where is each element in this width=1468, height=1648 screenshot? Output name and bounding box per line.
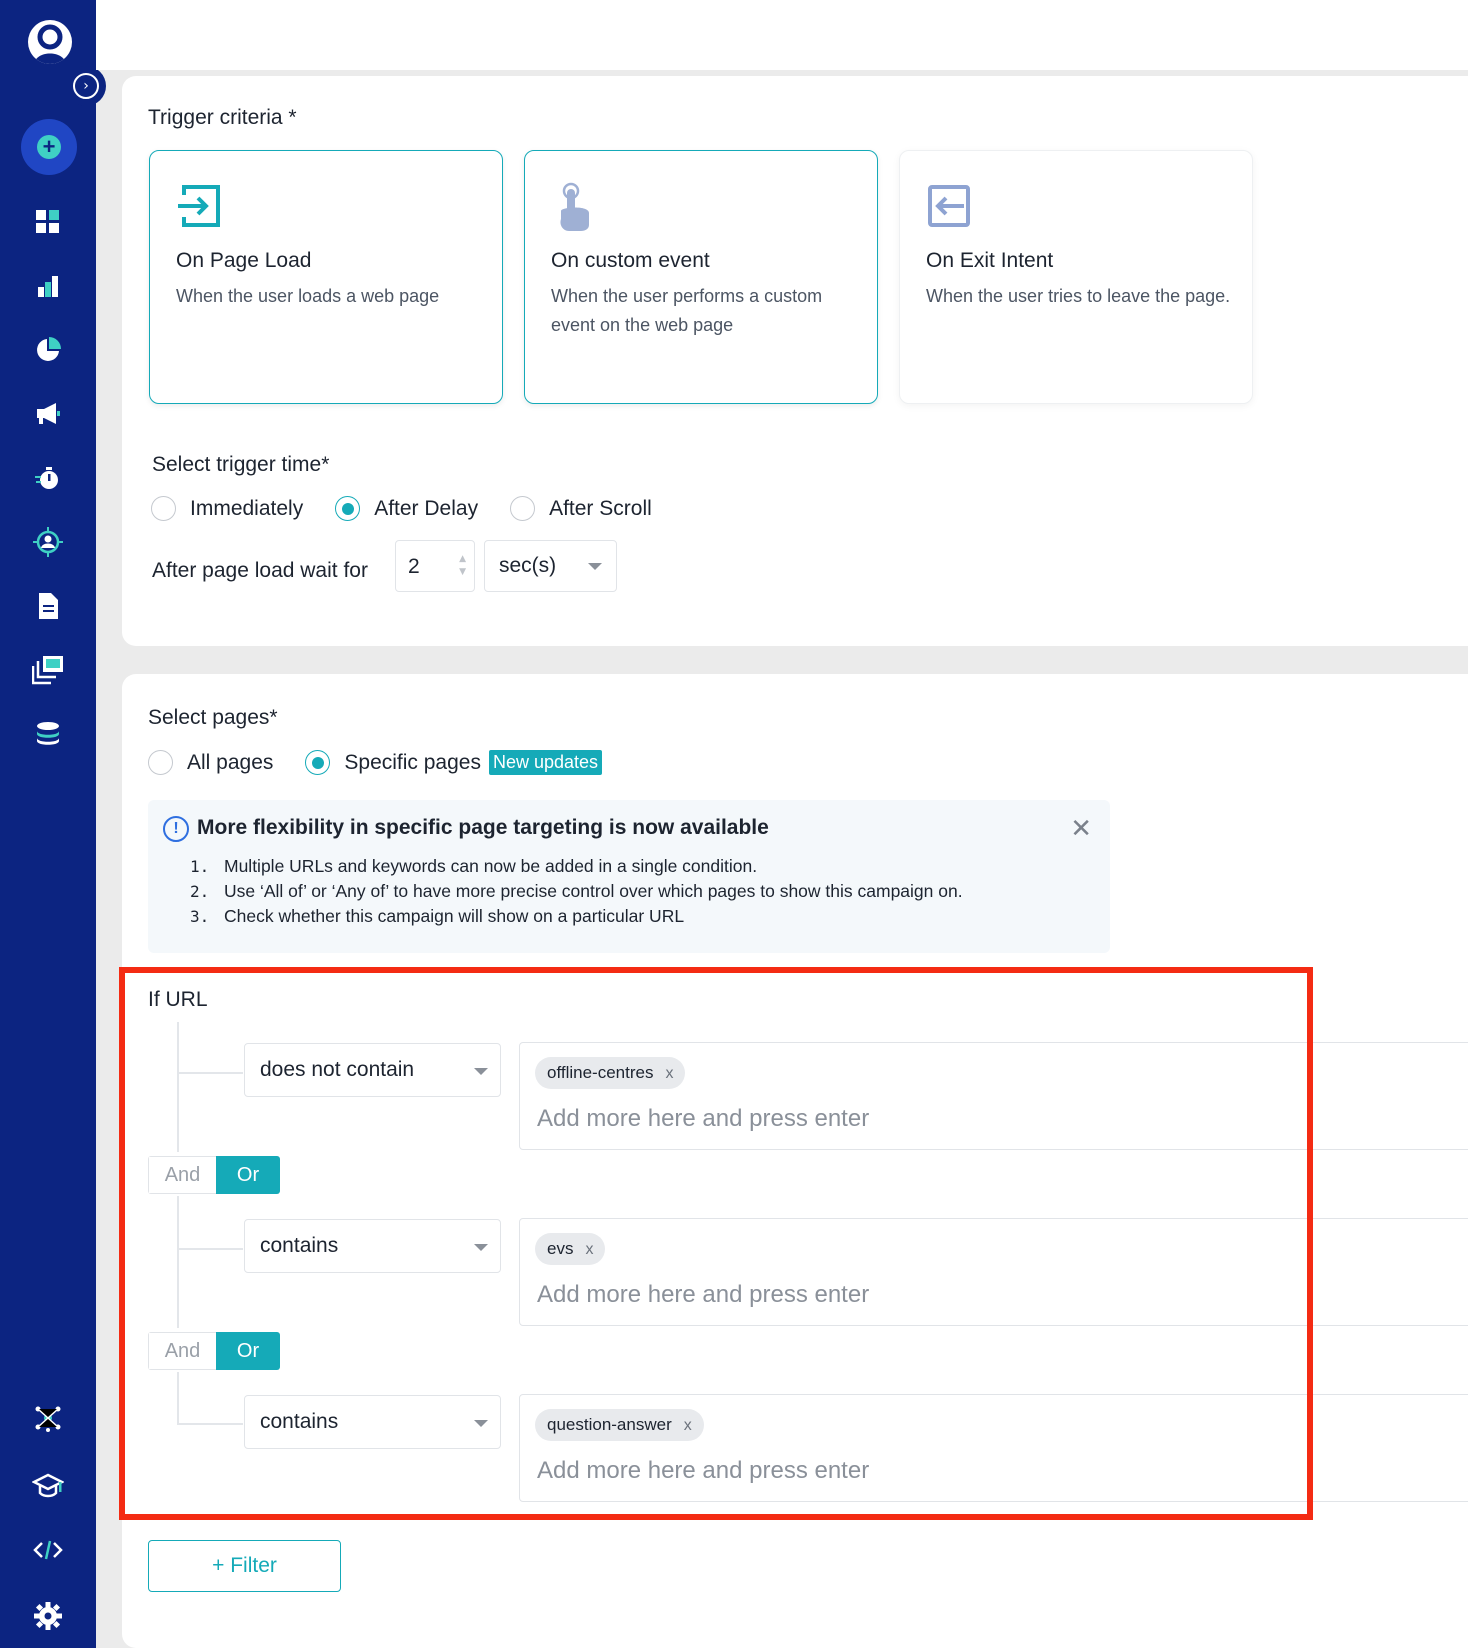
list-item: 1. Multiple URLs and keywords can now be … [190, 854, 963, 879]
user-avatar[interactable] [28, 20, 72, 64]
radio-button[interactable] [510, 496, 536, 521]
trigger-card-page-load[interactable]: On Page Load When the user loads a web p… [149, 150, 503, 404]
delay-input[interactable]: 2 ▲ ▼ [395, 540, 475, 592]
gear-icon[interactable] [28, 1596, 68, 1636]
radio-label: After Scroll [549, 496, 652, 520]
pie-chart-icon[interactable] [28, 330, 68, 370]
radio-label: Specific pages [344, 750, 481, 774]
target-user-icon[interactable] [28, 522, 68, 562]
radio-button[interactable] [335, 496, 361, 521]
list-item: 2. Use ‘All of’ or ‘Any of’ to have more … [190, 879, 963, 904]
document-icon[interactable] [28, 586, 68, 626]
radio-button[interactable] [151, 496, 176, 521]
new-updates-badge: New updates [488, 750, 603, 775]
radio-label: All pages [187, 750, 274, 774]
stepper-icon[interactable]: ▲ ▼ [459, 553, 466, 579]
trigger-card-desc: When the user performs a custom event on… [551, 286, 823, 335]
sidebar: › + [0, 0, 106, 1648]
add-filter-button[interactable]: + Filter [148, 1540, 341, 1592]
gallery-icon[interactable] [28, 650, 68, 690]
close-icon[interactable]: ✕ [1070, 814, 1092, 844]
pages-radio-group: All pages Specific pages New updates [148, 750, 603, 775]
code-icon[interactable] [28, 1530, 68, 1570]
bar-chart-icon[interactable] [28, 266, 68, 306]
list-item: 3. Check whether this campaign will show … [190, 904, 963, 929]
radio-specific-pages[interactable]: Specific pages New updates [305, 750, 603, 775]
graduation-cap-icon[interactable] [28, 1466, 68, 1506]
network-icon[interactable] [28, 1398, 68, 1438]
trigger-criteria-title: Trigger criteria * [148, 106, 297, 129]
plus-icon: + [37, 135, 61, 159]
info-banner: ! More flexibility in specific page targ… [148, 800, 1110, 953]
info-title: More flexibility in specific page target… [197, 816, 769, 839]
top-bar [96, 0, 1468, 70]
megaphone-icon[interactable] [28, 394, 68, 434]
radio-immediately[interactable]: Immediately [151, 496, 303, 521]
stopwatch-icon[interactable] [28, 458, 68, 498]
tap-icon [549, 181, 599, 231]
trigger-card-exit-intent[interactable]: On Exit Intent When the user tries to le… [899, 150, 1253, 404]
list-number: 1. [190, 857, 210, 876]
list-text: Multiple URLs and keywords can now be ad… [224, 856, 758, 876]
trigger-card-custom-event[interactable]: On custom event When the user performs a… [524, 150, 878, 404]
info-list: 1. Multiple URLs and keywords can now be … [190, 854, 963, 929]
radio-label: After Delay [374, 496, 479, 520]
trigger-card-desc: When the user tries to leave the page. [926, 286, 1231, 306]
radio-button[interactable] [148, 750, 173, 775]
expand-sidebar-button[interactable]: › [66, 66, 106, 106]
radio-all-pages[interactable]: All pages [148, 750, 273, 775]
radio-after-scroll[interactable]: After Scroll [510, 496, 652, 521]
chevron-right-icon: › [73, 73, 99, 99]
enter-icon [174, 181, 224, 231]
chevron-down-icon [588, 563, 602, 570]
trigger-time-title: Select trigger time* [152, 453, 330, 476]
radio-button[interactable] [305, 750, 331, 775]
exit-icon [924, 181, 974, 231]
create-button[interactable]: + [21, 119, 77, 175]
delay-unit-select[interactable]: sec(s) [484, 540, 617, 592]
trigger-card-title: On custom event [551, 249, 710, 272]
wait-label: After page load wait for [152, 559, 368, 582]
info-icon: ! [163, 816, 189, 842]
dashboard-icon[interactable] [28, 202, 68, 242]
trigger-card-title: On Exit Intent [926, 249, 1054, 272]
trigger-card-title: On Page Load [176, 249, 312, 272]
highlight-box [119, 967, 1313, 1520]
database-icon[interactable] [28, 714, 68, 754]
list-text: Use ‘All of’ or ‘Any of’ to have more pr… [224, 881, 963, 901]
select-pages-title: Select pages* [148, 706, 278, 729]
list-number: 2. [190, 882, 210, 901]
list-text: Check whether this campaign will show on… [224, 906, 685, 926]
radio-after-delay[interactable]: After Delay [335, 496, 478, 521]
delay-unit-value: sec(s) [499, 554, 557, 577]
radio-label: Immediately [190, 496, 304, 520]
trigger-card-desc: When the user loads a web page [176, 286, 440, 306]
delay-value: 2 [408, 555, 420, 578]
list-number: 3. [190, 907, 210, 926]
trigger-time-radio-group: Immediately After Delay After Scroll [151, 496, 684, 521]
